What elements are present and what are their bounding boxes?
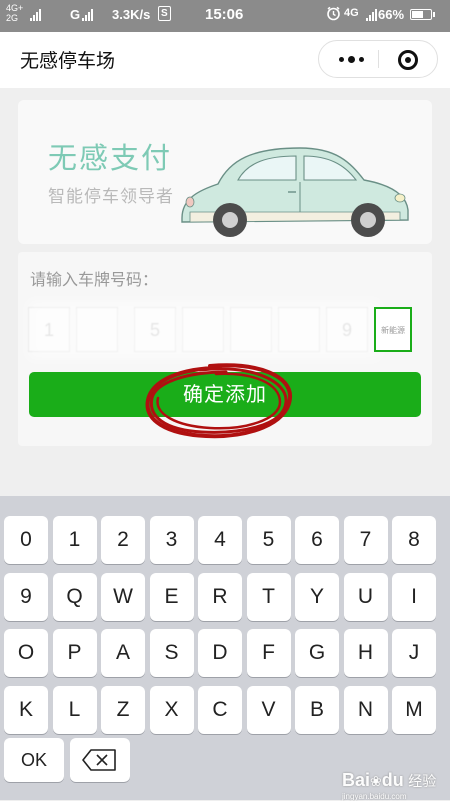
network-type-right: 4G <box>344 7 359 19</box>
key-e[interactable]: E <box>149 572 194 621</box>
key-l[interactable]: L <box>52 685 97 734</box>
confirm-add-button[interactable]: 确定添加 <box>29 372 421 417</box>
key-k[interactable]: K <box>4 685 48 734</box>
key-w[interactable]: W <box>101 572 145 621</box>
key-t[interactable]: T <box>246 572 291 621</box>
key-g[interactable]: G <box>295 629 339 677</box>
privacy-blur <box>28 301 380 359</box>
backspace-key[interactable] <box>70 738 130 782</box>
key-c[interactable]: C <box>198 685 242 734</box>
key-o[interactable]: O <box>4 629 48 677</box>
key-3[interactable]: 3 <box>149 516 194 564</box>
nav-bar: 无感停车场 <box>0 32 450 88</box>
paw-icon: ❀ <box>370 773 382 789</box>
plate-keyboard: 012345678 9QWERTYUI OPASDFGHJ KLZXCVBNM OK <box>0 496 450 800</box>
key-7[interactable]: 7 <box>343 516 388 564</box>
battery-percentage: 66% <box>378 7 405 22</box>
carrier-signal-label: G <box>70 7 81 22</box>
key-j[interactable]: J <box>392 629 436 677</box>
signal-strength-icon <box>82 9 93 21</box>
key-b[interactable]: B <box>295 685 339 734</box>
key-z[interactable]: Z <box>101 685 145 734</box>
key-p[interactable]: P <box>52 629 97 677</box>
plate-input-row: 1 5 9 新能源 <box>28 301 418 359</box>
key-5[interactable]: 5 <box>246 516 291 564</box>
key-r[interactable]: R <box>198 572 242 621</box>
network-type-indicator: 4G+ 2G <box>6 3 23 23</box>
close-mini-program-icon[interactable] <box>398 50 418 70</box>
key-h[interactable]: H <box>343 629 388 677</box>
status-bar: 4G+ 2G G 3.3K/s S 15:06 4G 66% <box>0 0 450 32</box>
key-i[interactable]: I <box>392 572 436 621</box>
key-1[interactable]: 1 <box>52 516 97 564</box>
key-a[interactable]: A <box>101 629 145 677</box>
key-x[interactable]: X <box>149 685 194 734</box>
app-notification-icon: S <box>158 6 171 21</box>
key-q[interactable]: Q <box>52 572 97 621</box>
ok-key[interactable]: OK <box>4 738 64 782</box>
car-illustration <box>181 147 409 237</box>
banner-title: 无感支付 <box>48 141 173 175</box>
alarm-clock-icon <box>326 6 341 21</box>
new-energy-plate-cell[interactable]: 新能源 <box>374 307 412 352</box>
key-n[interactable]: N <box>343 685 388 734</box>
page-title: 无感停车场 <box>20 50 116 72</box>
key-0[interactable]: 0 <box>4 516 48 564</box>
backspace-icon <box>82 749 116 771</box>
mini-program-capsule <box>318 40 438 78</box>
network-type-bottom: 2G <box>6 13 19 23</box>
key-s[interactable]: S <box>149 629 194 677</box>
key-6[interactable]: 6 <box>295 516 339 564</box>
network-type-top: 4G+ <box>6 3 24 13</box>
plate-form-card: 请输入车牌号码： 1 5 9 新能源 确定添加 <box>18 252 432 446</box>
battery-level <box>412 11 424 18</box>
key-2[interactable]: 2 <box>101 516 145 564</box>
promo-banner: 无感支付 智能停车领导者 <box>18 100 432 244</box>
key-v[interactable]: V <box>246 685 291 734</box>
signal-strength-icon <box>30 9 41 21</box>
status-time: 15:06 <box>205 6 244 23</box>
watermark-label: 经验 <box>408 773 437 789</box>
capsule-divider <box>378 50 379 68</box>
plate-input-label: 请输入车牌号码： <box>30 270 159 289</box>
watermark-brand-suffix: du <box>381 770 404 790</box>
network-speed: 3.3K/s <box>112 7 151 22</box>
key-u[interactable]: U <box>343 572 388 621</box>
key-y[interactable]: Y <box>295 572 339 621</box>
banner-subtitle: 智能停车领导者 <box>48 187 174 207</box>
more-options-icon[interactable] <box>339 56 364 63</box>
key-8[interactable]: 8 <box>392 516 436 564</box>
watermark-brand: Bai <box>342 770 371 790</box>
key-4[interactable]: 4 <box>198 516 242 564</box>
baidu-watermark: Bai❀du 经验 jingyan.baidu.com <box>342 770 437 801</box>
key-d[interactable]: D <box>198 629 242 677</box>
battery-icon <box>410 9 435 20</box>
key-m[interactable]: M <box>392 685 436 734</box>
signal-strength-icon <box>366 9 377 21</box>
key-9[interactable]: 9 <box>4 572 48 621</box>
key-f[interactable]: F <box>246 629 291 677</box>
